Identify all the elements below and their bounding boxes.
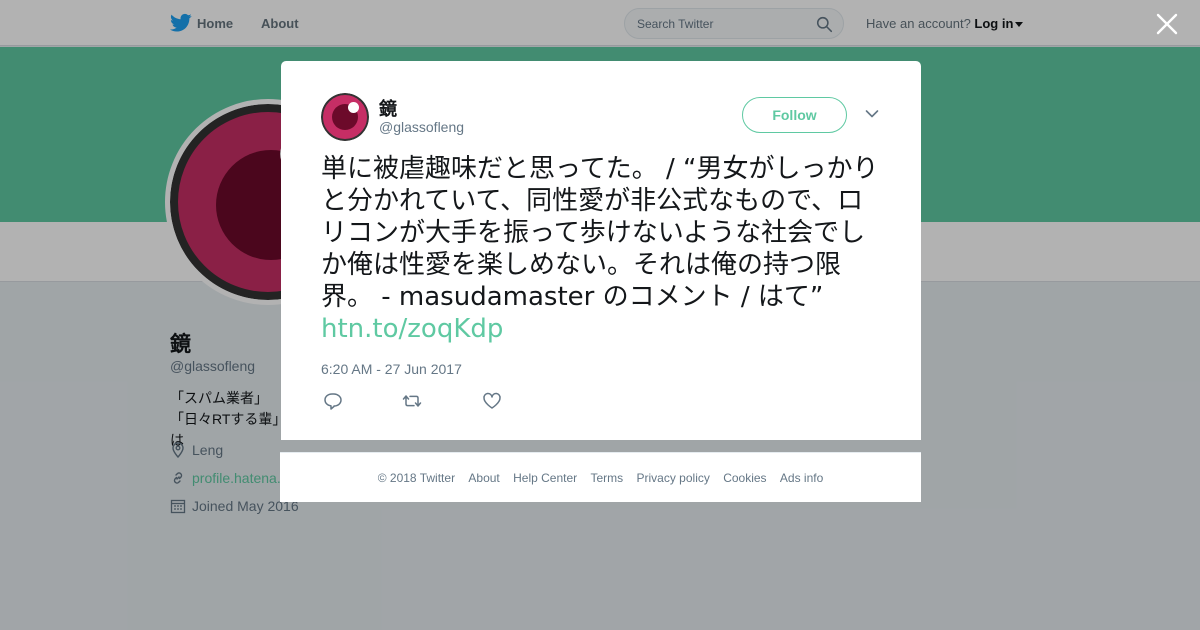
footer-ads-link[interactable]: Ads info	[780, 471, 823, 485]
tweet-timestamp[interactable]: 6:20 AM - 27 Jun 2017	[321, 361, 462, 377]
reply-icon[interactable]	[323, 392, 343, 410]
footer-privacy-link[interactable]: Privacy policy	[637, 471, 710, 485]
tweet-body: 単に被虐趣味だと思ってた。 / “男女がしっかりと分かれていて、同性愛が非公式な…	[321, 154, 879, 312]
footer-cookies-link[interactable]: Cookies	[723, 471, 766, 485]
tweet-modal: 鏡 @glassofleng Follow 単に被虐趣味だと思ってた。 / “男…	[281, 61, 921, 440]
tweet-author-name[interactable]: 鏡	[379, 95, 397, 121]
modal-footer: © 2018 Twitter About Help Center Terms P…	[280, 452, 921, 502]
tweet-text: 単に被虐趣味だと思ってた。 / “男女がしっかりと分かれていて、同性愛が非公式な…	[321, 153, 887, 345]
close-icon[interactable]	[1155, 12, 1179, 36]
chevron-down-icon[interactable]	[865, 109, 879, 119]
avatar-glint	[348, 102, 359, 113]
footer-about-link[interactable]: About	[468, 471, 499, 485]
heart-icon[interactable]	[482, 392, 502, 410]
footer-copyright: © 2018 Twitter	[377, 471, 456, 485]
follow-button[interactable]: Follow	[742, 97, 847, 133]
footer-links: © 2018 Twitter About Help Center Terms P…	[280, 471, 921, 485]
tweet-author-avatar[interactable]	[321, 93, 369, 141]
footer-help-link[interactable]: Help Center	[513, 471, 577, 485]
tweet-link[interactable]: htn.to/zoqKdp	[321, 314, 503, 344]
footer-terms-link[interactable]: Terms	[590, 471, 623, 485]
retweet-icon[interactable]	[402, 392, 422, 410]
tweet-author-handle[interactable]: @glassofleng	[379, 119, 464, 135]
